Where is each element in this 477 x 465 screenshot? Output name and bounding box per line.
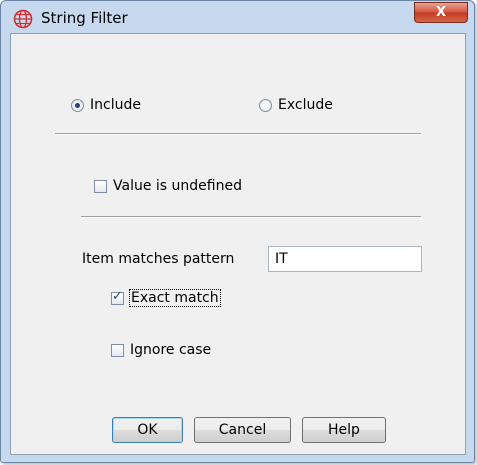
separator (81, 216, 421, 218)
dialog-window: String Filter X Include Exclude Value is… (0, 0, 475, 463)
app-globe-icon (13, 9, 33, 29)
exclude-option[interactable]: Exclude (259, 97, 333, 113)
include-label: Include (90, 97, 141, 113)
exclude-radio[interactable] (259, 98, 272, 112)
title-bar[interactable]: String Filter X (1, 1, 474, 33)
exact-match-option[interactable]: Exact match (111, 289, 221, 307)
exact-match-checkbox[interactable] (111, 289, 124, 305)
dialog-content: Include Exclude Value is undefined Item … (10, 33, 466, 455)
ignore-case-checkbox[interactable] (111, 343, 124, 357)
include-option[interactable]: Include (71, 97, 141, 113)
ignore-case-option[interactable]: Ignore case (111, 342, 211, 358)
exclude-label: Exclude (278, 97, 333, 113)
close-button[interactable]: X (414, 2, 468, 23)
window-title: String Filter (41, 9, 128, 27)
cancel-button[interactable]: Cancel (194, 417, 291, 443)
help-button[interactable]: Help (302, 417, 386, 443)
pattern-label-row: Item matches pattern (82, 251, 234, 267)
value-undefined-checkbox[interactable] (94, 179, 107, 193)
pattern-input[interactable] (268, 246, 422, 272)
ignore-case-label: Ignore case (130, 342, 212, 358)
value-undefined-option[interactable]: Value is undefined (94, 178, 242, 194)
pattern-label: Item matches pattern (82, 251, 235, 267)
include-radio[interactable] (71, 98, 84, 112)
ok-button[interactable]: OK (112, 417, 183, 443)
value-undefined-label: Value is undefined (113, 178, 242, 194)
separator (55, 133, 421, 135)
exact-match-label: Exact match (129, 289, 221, 307)
